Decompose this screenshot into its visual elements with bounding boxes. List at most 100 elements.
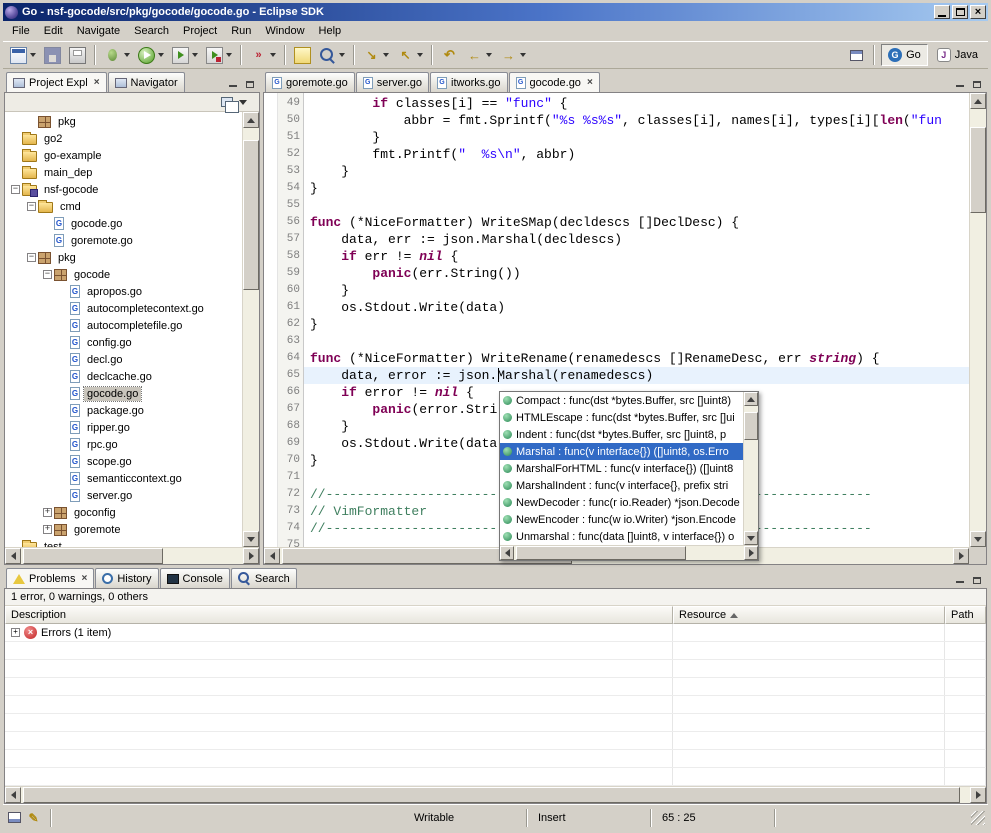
scrollbar-thumb[interactable] (243, 140, 259, 290)
link-with-editor-button[interactable] (221, 97, 233, 107)
tree-item-decl-go[interactable]: Gdecl.go (5, 351, 242, 368)
code-line[interactable]: } (304, 163, 969, 180)
dropdown-arrow-icon[interactable] (270, 53, 276, 57)
expand-icon[interactable]: + (43, 525, 52, 534)
menu-run[interactable]: Run (224, 23, 258, 39)
close-tab-icon[interactable]: × (79, 573, 87, 584)
perspective-go[interactable]: GGo (881, 44, 928, 66)
tree-item-goremote[interactable]: +goremote (5, 521, 242, 538)
scroll-right-button[interactable] (744, 546, 758, 560)
tree-item-declcache-go[interactable]: Gdeclcache.go (5, 368, 242, 385)
tree-item-config-go[interactable]: Gconfig.go (5, 334, 242, 351)
explorer-vertical-scrollbar[interactable] (242, 112, 259, 547)
edit-mode-button[interactable]: ✎ (25, 809, 42, 826)
external-tools-button[interactable] (202, 44, 236, 66)
menu-window[interactable]: Window (258, 23, 311, 39)
autocomplete-item[interactable]: HTMLEscape : func(dst *bytes.Buffer, src… (500, 409, 743, 426)
tree-item-goconfig[interactable]: +goconfig (5, 504, 242, 521)
code-line[interactable]: panic(err.String()) (304, 265, 969, 282)
scroll-right-button[interactable] (953, 548, 969, 564)
code-line[interactable]: } (304, 316, 969, 333)
code-line[interactable]: if classes[i] == "func" { (304, 95, 969, 112)
dropdown-arrow-icon[interactable] (226, 53, 232, 57)
problems-horizontal-scrollbar[interactable] (5, 786, 986, 803)
tree-item-gocode-go[interactable]: Ggocode.go (5, 385, 242, 402)
scroll-left-button[interactable] (5, 548, 21, 564)
close-tab-icon[interactable]: × (92, 77, 100, 88)
skip-breakpoints-button[interactable]: » (246, 44, 280, 66)
collapse-icon[interactable]: − (11, 185, 20, 194)
scrollbar-thumb[interactable] (970, 127, 986, 213)
back-button[interactable]: ← (462, 44, 496, 66)
scroll-down-button[interactable] (243, 531, 259, 547)
code-line[interactable]: func (*NiceFormatter) WriteSMap(decldesc… (304, 214, 969, 231)
scroll-right-button[interactable] (970, 787, 986, 803)
dropdown-arrow-icon[interactable] (192, 53, 198, 57)
menu-navigate[interactable]: Navigate (70, 23, 127, 39)
tree-item-scope-go[interactable]: Gscope.go (5, 453, 242, 470)
editor-vertical-scrollbar[interactable] (969, 93, 986, 547)
tree-item-pkg[interactable]: pkg (5, 113, 242, 130)
tree-item-pkg[interactable]: −pkg (5, 249, 242, 266)
code-line[interactable]: } (304, 180, 969, 197)
dropdown-arrow-icon[interactable] (417, 53, 423, 57)
editor-tab-itworks-go[interactable]: Gitworks.go (430, 72, 508, 92)
run-last-button[interactable] (168, 44, 202, 66)
fast-view-button[interactable] (6, 809, 23, 826)
tree-item-semanticcontext-go[interactable]: Gsemanticcontext.go (5, 470, 242, 487)
previous-annotation-button[interactable]: ↖ (393, 44, 427, 66)
code-editor[interactable]: 4950515253545556575859606162636465666768… (264, 93, 986, 564)
tree-item-rpc-go[interactable]: Grpc.go (5, 436, 242, 453)
open-task-button[interactable] (290, 44, 315, 66)
next-annotation-button[interactable]: ↘ (359, 44, 393, 66)
tree-item-gocode-go[interactable]: Ggocode.go (5, 215, 242, 232)
tree-item-nsf-gocode[interactable]: −nsf-gocode (5, 181, 242, 198)
autocomplete-item[interactable]: Unmarshal : func(data []uint8, v interfa… (500, 528, 743, 545)
explorer-tab-project-expl[interactable]: Project Expl× (6, 72, 107, 92)
column-header-description[interactable]: Description (5, 606, 673, 624)
code-line[interactable]: func (*NiceFormatter) WriteRename(rename… (304, 350, 969, 367)
scroll-up-button[interactable] (970, 93, 986, 109)
view-tab-problems[interactable]: Problems× (6, 568, 94, 588)
autocomplete-item[interactable]: Compact : func(dst *bytes.Buffer, src []… (500, 392, 743, 409)
scrollbar-thumb[interactable] (744, 412, 758, 440)
autocomplete-item[interactable]: NewDecoder : func(r io.Reader) *json.Dec… (500, 494, 743, 511)
expand-icon[interactable]: + (11, 628, 20, 637)
tree-item-package-go[interactable]: Gpackage.go (5, 402, 242, 419)
view-tab-console[interactable]: Console (160, 568, 230, 588)
code-line[interactable]: data, error := json.Marshal(renamedescs) (304, 367, 969, 384)
minimize-button[interactable] (934, 5, 950, 19)
dropdown-arrow-icon[interactable] (339, 53, 345, 57)
dropdown-arrow-icon[interactable] (158, 53, 164, 57)
editor-tab-server-go[interactable]: Gserver.go (356, 72, 429, 92)
code-line[interactable] (304, 333, 969, 350)
menu-help[interactable]: Help (312, 23, 349, 39)
last-edit-location-button[interactable]: ↶ (437, 44, 462, 66)
tree-item-go2[interactable]: go2 (5, 130, 242, 147)
close-tab-icon[interactable]: × (585, 77, 593, 88)
editor-tab-goremote-go[interactable]: Ggoremote.go (265, 72, 355, 92)
menu-project[interactable]: Project (176, 23, 224, 39)
editor-tab-gocode-go[interactable]: Ggocode.go× (509, 72, 600, 92)
scroll-up-button[interactable] (744, 392, 758, 406)
tree-item-goremote-go[interactable]: Ggoremote.go (5, 232, 242, 249)
scroll-up-button[interactable] (243, 112, 259, 128)
autocomplete-item[interactable]: NewEncoder : func(w io.Writer) *json.Enc… (500, 511, 743, 528)
collapse-icon[interactable]: − (27, 253, 36, 262)
tree-item-test[interactable]: test (5, 538, 242, 547)
view-menu-button[interactable] (239, 100, 247, 105)
tree-item-main-dep[interactable]: main_dep (5, 164, 242, 181)
menu-edit[interactable]: Edit (37, 23, 70, 39)
maximize-view-button[interactable] (970, 573, 984, 585)
menu-search[interactable]: Search (127, 23, 176, 39)
code-line[interactable] (304, 197, 969, 214)
tree-item-apropos-go[interactable]: Gapropos.go (5, 283, 242, 300)
code-line[interactable]: data, err := json.Marshal(decldescs) (304, 231, 969, 248)
expand-icon[interactable]: + (43, 508, 52, 517)
close-button[interactable]: × (970, 5, 986, 19)
search-button[interactable] (315, 44, 349, 66)
tree-item-go-example[interactable]: go-example (5, 147, 242, 164)
tree-item-ripper-go[interactable]: Gripper.go (5, 419, 242, 436)
annotation-ruler[interactable] (264, 93, 278, 564)
title-bar[interactable]: Go - nsf-gocode/src/pkg/gocode/gocode.go… (3, 3, 988, 21)
